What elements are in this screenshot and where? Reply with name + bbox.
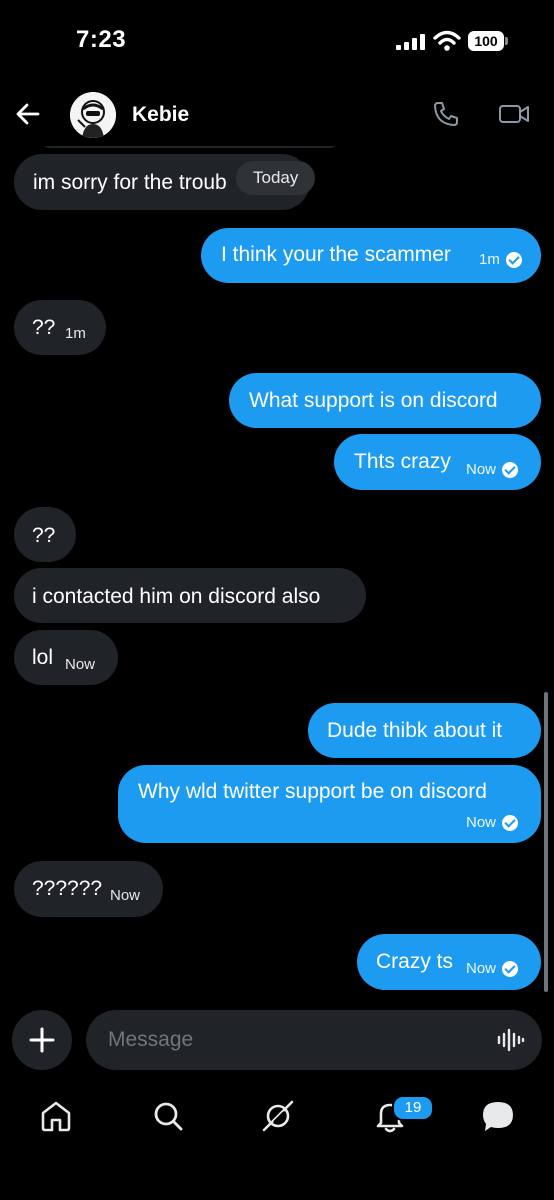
message-text: lol bbox=[32, 646, 54, 669]
previous-message-edge bbox=[40, 146, 340, 148]
message-time: Now bbox=[466, 461, 497, 478]
message-text: ?? bbox=[32, 316, 56, 339]
contact-name[interactable]: Kebie bbox=[132, 103, 189, 127]
message-bubble-incoming[interactable]: ?? 1m bbox=[14, 300, 106, 355]
message-bubble-incoming[interactable]: i contacted him on discord also bbox=[14, 568, 366, 623]
battery-icon: 100 bbox=[468, 31, 508, 51]
phone-call-icon[interactable] bbox=[432, 100, 460, 128]
search-icon[interactable] bbox=[150, 1098, 186, 1134]
message-meta: Now bbox=[466, 960, 519, 977]
message-input[interactable] bbox=[86, 1010, 542, 1070]
message-text: I think your the scammer bbox=[221, 243, 451, 266]
message-time: Now bbox=[466, 960, 497, 977]
message-bubble-outgoing[interactable]: I think your the scammer 1m bbox=[201, 228, 541, 283]
message-bubble-outgoing[interactable]: Why wld twitter support be on discord No… bbox=[118, 765, 541, 843]
conversation-header: Kebie bbox=[0, 84, 554, 146]
message-text: i contacted him on discord also bbox=[32, 585, 321, 608]
message-bubble-outgoing[interactable]: Thts crazy Now bbox=[334, 434, 541, 490]
message-time: Now bbox=[110, 887, 141, 904]
read-receipt-icon bbox=[502, 461, 519, 478]
message-bubble-incoming[interactable]: ?????? Now bbox=[14, 861, 163, 917]
avatar[interactable] bbox=[70, 92, 116, 138]
add-attachment-button[interactable] bbox=[12, 1010, 72, 1070]
message-bubble-outgoing[interactable]: What support is on discord bbox=[229, 373, 541, 428]
message-bubble-incoming[interactable]: lol Now bbox=[14, 630, 118, 685]
message-meta: Now bbox=[466, 461, 519, 478]
wifi-icon bbox=[433, 30, 461, 51]
notification-count-badge: 19 bbox=[392, 1095, 434, 1121]
message-meta: 1m bbox=[479, 251, 522, 268]
message-text: im sorry for the troub bbox=[33, 171, 227, 194]
message-text: Crazy ts bbox=[376, 950, 454, 973]
plus-icon bbox=[29, 1027, 55, 1053]
message-text: ?????? bbox=[32, 877, 103, 900]
message-bubble-outgoing[interactable]: Crazy ts Now bbox=[357, 934, 541, 990]
message-text: Dude thibk about it bbox=[327, 719, 503, 742]
voice-message-icon[interactable] bbox=[496, 1026, 526, 1054]
message-bubble-outgoing[interactable]: Dude thibk about it bbox=[308, 703, 541, 758]
message-time: Now bbox=[65, 656, 96, 673]
message-composer bbox=[0, 1008, 554, 1074]
message-text: What support is on discord bbox=[249, 389, 498, 412]
message-thread[interactable]: im sorry for the troub Today I think you… bbox=[0, 146, 554, 1000]
back-arrow-icon[interactable] bbox=[14, 100, 42, 128]
read-receipt-icon bbox=[505, 251, 522, 268]
read-receipt-icon bbox=[502, 814, 519, 831]
cellular-signal-icon bbox=[396, 34, 425, 50]
message-time: Now bbox=[466, 814, 497, 831]
scrollbar[interactable] bbox=[544, 692, 548, 992]
grok-icon[interactable] bbox=[260, 1098, 296, 1134]
avatar-illustration bbox=[70, 92, 116, 138]
read-receipt-icon bbox=[502, 960, 519, 977]
status-bar: 7:23 100 bbox=[0, 0, 554, 80]
message-text: Why wld twitter support be on discord bbox=[138, 780, 487, 803]
bottom-tab-bar: 19 bbox=[0, 1084, 554, 1152]
message-time: 1m bbox=[479, 251, 500, 268]
status-time: 7:23 bbox=[76, 26, 127, 53]
messages-icon[interactable] bbox=[480, 1098, 516, 1134]
message-text: ?? bbox=[32, 524, 56, 547]
message-bubble-incoming[interactable]: ?? bbox=[14, 507, 76, 562]
message-meta: Now bbox=[466, 814, 519, 831]
video-call-icon[interactable] bbox=[498, 100, 530, 128]
date-separator: Today bbox=[236, 161, 316, 195]
battery-level: 100 bbox=[468, 31, 504, 51]
message-time: 1m bbox=[65, 325, 86, 342]
message-text: Thts crazy bbox=[354, 450, 451, 473]
home-icon[interactable] bbox=[38, 1098, 74, 1134]
